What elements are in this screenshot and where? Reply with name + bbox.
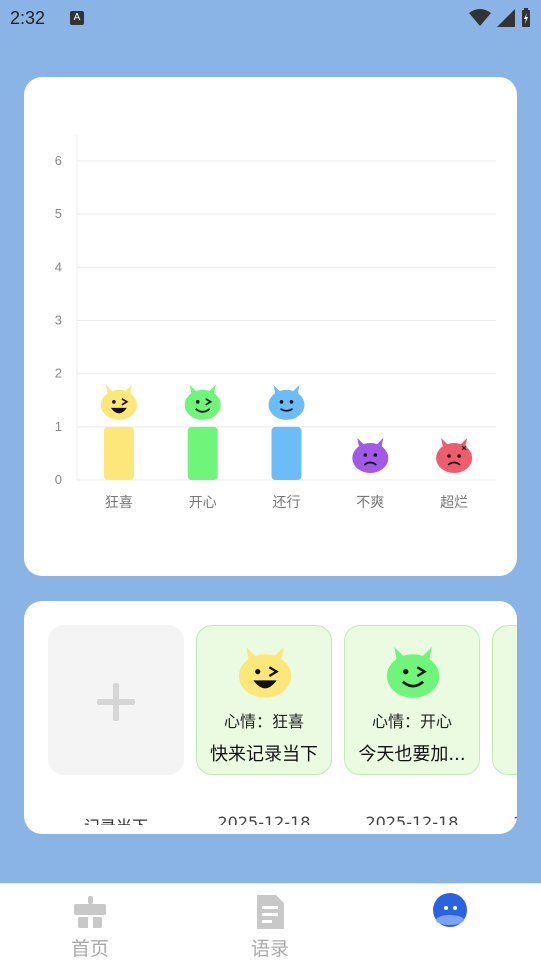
x-tick-label: 还行 (273, 495, 301, 511)
upset-face-icon (352, 438, 389, 473)
nav-item-home[interactable]: 首页 (30, 884, 150, 962)
mood-label: 心情：开心 (371, 712, 452, 731)
nav-item-quotes[interactable]: 语录 (210, 884, 330, 962)
bar-1 (103, 426, 134, 480)
plus-icon (97, 683, 135, 721)
y-tick-label: 4 (55, 259, 62, 274)
mood-record-card[interactable]: 心情：狂喜快来记录当下 (196, 625, 332, 775)
x-tick-label: 开心 (189, 495, 217, 511)
mood-label: 心情：开心 (493, 708, 517, 732)
mood-note: 今天也要加... (358, 744, 466, 765)
document-icon (257, 895, 284, 929)
home-icon (74, 896, 106, 928)
mood-label: 心情：狂喜 (223, 712, 304, 731)
bar-3 (271, 426, 302, 480)
x-tick-label: 超烂 (440, 495, 468, 511)
profile-face-icon (433, 893, 467, 927)
record-date: 2025-12-18 (217, 813, 311, 825)
battery-icon (522, 8, 530, 27)
record-date: 2025-12-18 (365, 813, 459, 825)
mood-face-shape (238, 647, 292, 698)
mood-bar-chart: 0 1 2 3 4 5 6 狂喜 开心 还行 不爽 超烂 (55, 135, 496, 511)
mood-note: 快来记录当下 (210, 744, 318, 765)
records-card: 记录当下 心情：狂喜快来记录当下 2025-12-18 心情：开心今天也要加... 2… (24, 601, 517, 834)
record-date: 2025-12-18 (492, 813, 518, 825)
y-tick-label: 2 (55, 366, 62, 381)
mood-chart-card: 0 1 2 3 4 5 6 狂喜 开心 还行 不爽 超烂 (24, 77, 517, 576)
y-tick-label: 0 (55, 472, 62, 487)
ecstatic-face-icon (100, 384, 137, 420)
x-tick-label: 不爽 (356, 495, 384, 511)
y-tick-label: 5 (55, 206, 62, 221)
mood-face-icon (386, 647, 440, 698)
x-tick-label: 狂喜 (105, 495, 133, 511)
mood-face-icon (238, 647, 292, 698)
records-list[interactable]: 记录当下 心情：狂喜快来记录当下 2025-12-18 心情：开心今天也要加... 2… (48, 625, 517, 825)
signal-icon (497, 9, 515, 27)
mood-face-shape (386, 647, 440, 698)
add-record-label: 记录当下 (48, 813, 184, 825)
status-bar: 2:32 A (0, 0, 541, 36)
bar-2 (187, 426, 218, 480)
nav-item-profile[interactable] (390, 884, 510, 962)
mood-record-card[interactable]: 心情：开心 (492, 625, 517, 775)
terrible-face-icon (436, 438, 473, 473)
nav-label-home: 首页 (70, 938, 109, 960)
happy-face-icon (184, 384, 221, 420)
add-record-button[interactable] (48, 625, 184, 775)
y-tick-label: 6 (55, 153, 62, 168)
y-tick-label: 1 (55, 419, 62, 434)
okay-face-icon (268, 384, 305, 420)
status-time: 2:32 (10, 8, 46, 28)
mood-record-card[interactable]: 心情：开心今天也要加... (344, 625, 480, 775)
bottom-nav: 首页 语录 (0, 883, 541, 962)
y-tick-label: 3 (55, 313, 62, 328)
wifi-icon (469, 9, 491, 26)
keyboard-a-icon: A (70, 11, 84, 25)
nav-label-quotes: 语录 (250, 938, 289, 960)
